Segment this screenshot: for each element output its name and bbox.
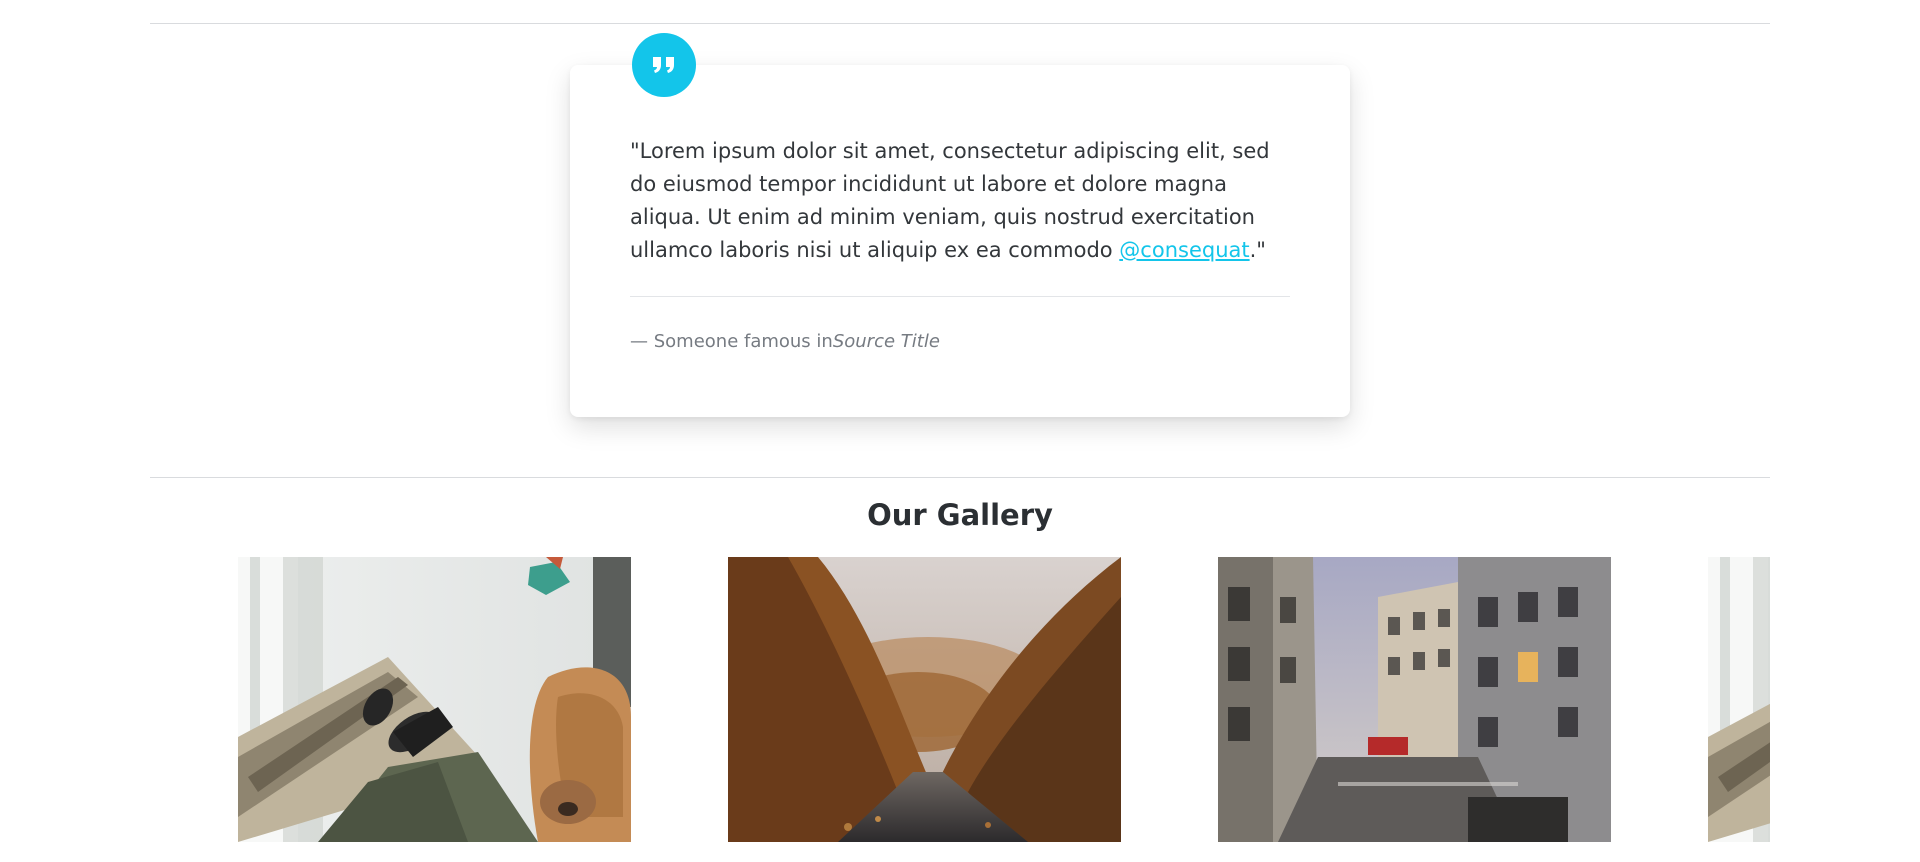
top-divider (150, 23, 1770, 24)
consequat-link[interactable]: @consequat (1119, 238, 1249, 262)
quote-text-end: ." (1249, 238, 1266, 262)
gallery-image-hammock[interactable] (238, 557, 631, 842)
gallery-image-hammock-repeat[interactable] (1708, 557, 1770, 842)
gallery-title: Our Gallery (867, 498, 1053, 532)
testimonial-card: "Lorem ipsum dolor sit amet, consectetur… (570, 65, 1350, 417)
section-divider (150, 477, 1770, 478)
quote-text: "Lorem ipsum dolor sit amet, consectetur… (630, 135, 1290, 267)
attribution-source-title: Source Title (832, 331, 940, 352)
gallery-carousel[interactable] (150, 557, 1770, 842)
quote-icon (632, 33, 696, 97)
attribution-author: — Someone famous in (630, 331, 833, 352)
gallery-image-autumn-road[interactable] (728, 557, 1121, 842)
quote-attribution: — Someone famous inSource Title (630, 331, 940, 352)
gallery-image-city-street[interactable] (1218, 557, 1611, 842)
card-divider (630, 296, 1290, 297)
